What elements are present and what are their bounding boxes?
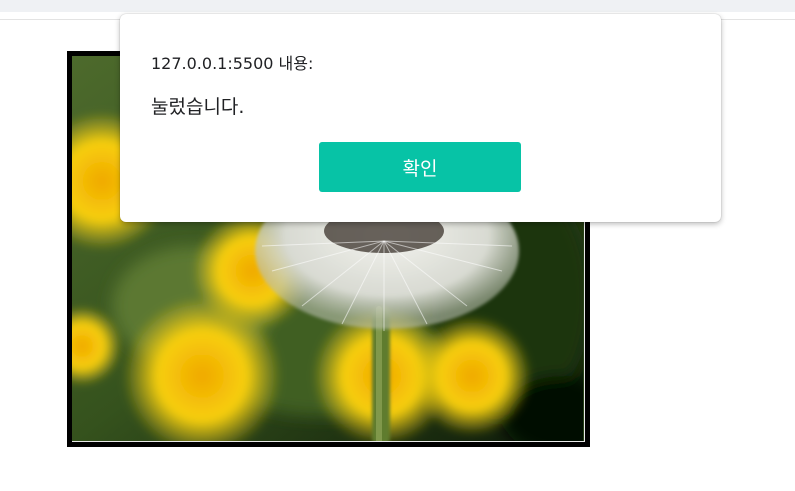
alert-origin-text: 127.0.0.1:5500 내용: xyxy=(151,54,314,73)
alert-dialog: 127.0.0.1:5500 내용: 눌렀습니다. 확인 xyxy=(120,14,721,222)
browser-page: 127.0.0.1:5500 내용: 눌렀습니다. 확인 xyxy=(0,0,795,491)
alert-message: 눌렀습니다. xyxy=(151,96,245,118)
browser-toolbar-strip xyxy=(0,0,795,12)
ok-button[interactable]: 확인 xyxy=(319,142,521,192)
